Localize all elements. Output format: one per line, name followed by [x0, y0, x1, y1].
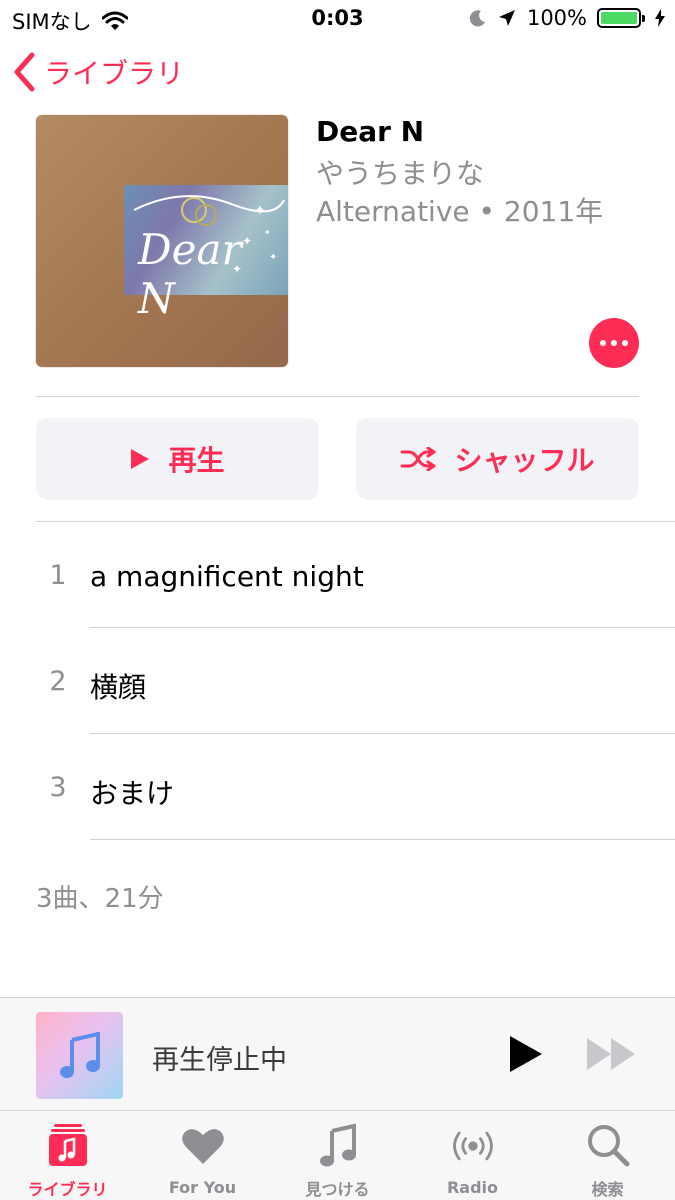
shuffle-button[interactable]: シャッフル: [356, 418, 639, 500]
location-icon: [498, 10, 515, 26]
play-button[interactable]: 再生: [36, 418, 319, 500]
moon-icon: [469, 10, 485, 27]
more-dot: [611, 340, 617, 346]
status-bar: SIMなし 0:03 100%: [0, 0, 675, 40]
tab-label: Radio: [446, 1178, 499, 1197]
track-number: 3: [49, 772, 67, 803]
shuffle-label: シャッフル: [454, 444, 595, 477]
track-row[interactable]: 3 おまけ: [0, 734, 675, 840]
album-genre-year: Alternative • 2011年: [316, 195, 604, 228]
shuffle-icon: [400, 447, 436, 471]
charging-icon: [655, 9, 665, 27]
album-summary: 3曲、21分: [36, 884, 164, 914]
album-art-sticker: ✦ ✦ ✦ ✦ ✦ Dear N: [124, 185, 288, 323]
music-note-icon: [314, 1122, 362, 1168]
play-label: 再生: [168, 444, 225, 477]
track-title: おまけ: [90, 777, 175, 810]
battery-icon: [597, 8, 645, 28]
more-dot: [600, 340, 606, 346]
tab-label: For You: [168, 1178, 237, 1197]
radio-icon: [449, 1122, 497, 1170]
header-divider: [36, 396, 639, 397]
heart-icon: [179, 1122, 227, 1170]
back-button[interactable]: ライブラリ: [12, 52, 184, 92]
battery-percent: 100%: [526, 6, 587, 30]
more-dot: [622, 340, 628, 346]
chevron-left-icon: [14, 52, 35, 92]
battery-level: [601, 12, 637, 24]
album-artwork[interactable]: ✦ ✦ ✦ ✦ ✦ Dear N: [36, 115, 288, 367]
track-title: a magnificent night: [90, 560, 364, 593]
track-title: 横顔: [90, 671, 147, 704]
tab-for-you[interactable]: For You: [135, 1112, 270, 1200]
track-number: 1: [49, 560, 67, 591]
album-title: Dear N: [316, 115, 425, 148]
more-options-button[interactable]: [589, 318, 639, 368]
mini-player-status: 再生停止中: [152, 1045, 287, 1076]
track-number: 2: [49, 666, 67, 697]
tab-search[interactable]: 検索: [540, 1112, 675, 1200]
music-note-icon: [59, 1031, 100, 1078]
svg-text:✦: ✦: [254, 203, 266, 219]
tab-radio[interactable]: Radio: [405, 1112, 540, 1200]
tab-label: 見つける: [305, 1180, 370, 1199]
tab-label: 検索: [591, 1180, 624, 1199]
album-artist[interactable]: やうちまりな: [316, 152, 484, 192]
mini-player[interactable]: 再生停止中: [0, 997, 675, 1111]
album-art-text: Dear N: [138, 225, 242, 323]
status-right: 100%: [469, 6, 665, 30]
play-icon[interactable]: [508, 1034, 544, 1074]
track-divider: [90, 839, 675, 840]
mini-player-artwork: [36, 1012, 123, 1099]
tab-label: ライブラリ: [27, 1180, 108, 1199]
track-row[interactable]: 2 横顔: [0, 628, 675, 734]
library-icon: [44, 1122, 92, 1168]
fast-forward-icon[interactable]: [585, 1036, 637, 1072]
tab-bar: ライブラリ For You 見つける Radio 検索: [0, 1112, 675, 1200]
play-icon: [131, 449, 150, 469]
back-label: ライブラリ: [44, 57, 185, 90]
tab-library[interactable]: ライブラリ: [0, 1112, 135, 1200]
tab-browse[interactable]: 見つける: [270, 1112, 405, 1200]
search-icon: [584, 1122, 632, 1168]
track-row[interactable]: 1 a magnificent night: [0, 522, 675, 628]
